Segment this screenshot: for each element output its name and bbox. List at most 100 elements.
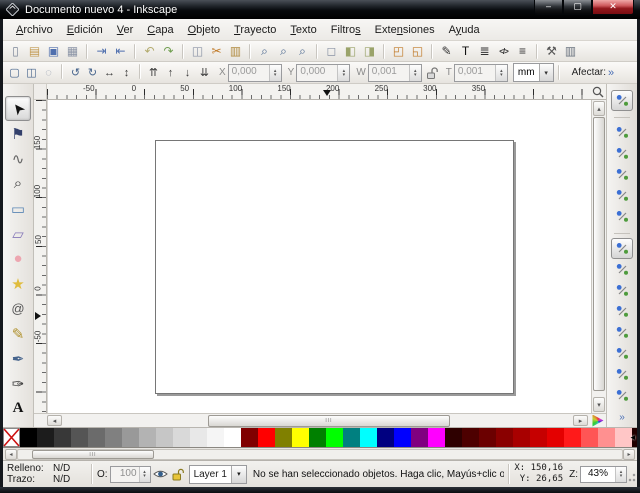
title-bar[interactable]: Documento nuevo 4 - Inkscape – ▢ ✕: [0, 0, 640, 19]
opacity-field[interactable]: 100▴▾: [110, 466, 151, 483]
palette-scroll-left-icon[interactable]: ◂: [5, 449, 17, 460]
scroll-right-icon[interactable]: ▸: [573, 415, 588, 426]
color-wheel-corner[interactable]: [589, 414, 606, 427]
minimize-button[interactable]: –: [534, 0, 563, 15]
menu-objeto[interactable]: Objeto: [181, 21, 227, 39]
box3d-tool[interactable]: ▱: [5, 221, 31, 246]
zoom-field[interactable]: 43%▴▾: [580, 466, 627, 483]
palette-swatch[interactable]: [394, 428, 411, 447]
pen-tool[interactable]: ✒: [5, 346, 31, 371]
palette-swatch[interactable]: [496, 428, 513, 447]
scroll-up-icon[interactable]: ▴: [593, 101, 605, 116]
snapbar-overflow-icon[interactable]: »: [619, 412, 625, 423]
calligraphy-tool[interactable]: ✑: [5, 371, 31, 396]
snap-nodes-icon[interactable]: [611, 238, 633, 259]
palette-swatch[interactable]: [513, 428, 530, 447]
x-field[interactable]: 0,000▴▾: [228, 64, 282, 82]
palette-scrollbar-thumb[interactable]: III: [32, 450, 154, 459]
no-color-swatch[interactable]: [3, 428, 20, 447]
flip-vertical-icon[interactable]: ↕: [118, 64, 135, 81]
vertical-scrollbar[interactable]: ▴ ▾: [591, 100, 606, 413]
flip-horizontal-icon[interactable]: ↔: [101, 64, 118, 81]
toolbar-overflow-icon[interactable]: »: [608, 67, 614, 79]
layers-dialog-icon[interactable]: ≣: [475, 43, 494, 60]
palette-swatch[interactable]: [139, 428, 156, 447]
units-dropdown-arrow-icon[interactable]: ▾: [539, 64, 553, 81]
select-all-layers-icon[interactable]: ◫: [23, 64, 40, 81]
zoom-tool[interactable]: ⌕: [5, 171, 31, 196]
fill-stroke-indicator[interactable]: Relleno: N/D Trazo: N/D: [3, 463, 87, 485]
snap-object-centers-icon[interactable]: [611, 364, 633, 385]
vertical-ruler[interactable]: 150100500-50: [34, 100, 47, 413]
vertical-scrollbar-thumb[interactable]: [593, 117, 605, 391]
y-field[interactable]: 0,000▴▾: [296, 64, 350, 82]
new-document-icon[interactable]: ▯: [6, 43, 25, 60]
palette-scroll-right-icon[interactable]: ▸: [623, 449, 635, 460]
document-properties-icon[interactable]: ▥: [561, 43, 580, 60]
width-field-spinner[interactable]: ▴▾: [409, 65, 421, 81]
unlink-clone-icon[interactable]: ◨: [360, 43, 379, 60]
snap-bbox-edges-icon[interactable]: [611, 143, 633, 164]
import-icon[interactable]: ⇥: [92, 43, 111, 60]
zoom-drawing-icon[interactable]: ⌕: [274, 43, 293, 60]
opacity-spinner[interactable]: ▴▾: [139, 467, 150, 482]
raise-icon[interactable]: ↑: [162, 64, 179, 81]
menu-edicion[interactable]: Edición: [60, 21, 110, 39]
node-tool[interactable]: ⚑: [5, 121, 31, 146]
palette-swatch[interactable]: [377, 428, 394, 447]
rotate-cw-icon[interactable]: ↻: [84, 64, 101, 81]
export-icon[interactable]: ⇤: [111, 43, 130, 60]
lower-to-bottom-icon[interactable]: ⇊: [196, 64, 213, 81]
separator[interactable]: [614, 111, 630, 118]
separator[interactable]: [614, 227, 630, 234]
menu-ver[interactable]: Ver: [110, 21, 141, 39]
preferences-icon[interactable]: ⚒: [542, 43, 561, 60]
horizontal-ruler[interactable]: -50050100150200250300350: [47, 84, 589, 100]
spiral-tool[interactable]: @: [5, 296, 31, 321]
palette-menu-icon[interactable]: ◂: [630, 432, 635, 443]
height-field[interactable]: 0,001▴▾: [454, 64, 508, 82]
menu-texto[interactable]: Texto: [283, 21, 323, 39]
clone-icon[interactable]: ◧: [341, 43, 360, 60]
palette-swatch[interactable]: [105, 428, 122, 447]
palette-scrollbar[interactable]: ◂ III ▸: [5, 450, 635, 459]
pencil-tool[interactable]: ✎: [5, 321, 31, 346]
tweak-tool[interactable]: ∿: [5, 146, 31, 171]
snap-midpoints-icon[interactable]: [611, 343, 633, 364]
palette-swatch[interactable]: [224, 428, 241, 447]
duplicate-icon[interactable]: ◻: [322, 43, 341, 60]
scroll-left-icon[interactable]: ◂: [47, 415, 62, 426]
palette-swatch[interactable]: [190, 428, 207, 447]
width-field-value[interactable]: 0,001: [369, 65, 409, 81]
snap-enable-icon[interactable]: [611, 90, 633, 111]
redo-icon[interactable]: ↷: [159, 43, 178, 60]
print-icon[interactable]: ▦: [63, 43, 82, 60]
palette-swatch[interactable]: [462, 428, 479, 447]
palette-swatch[interactable]: [37, 428, 54, 447]
palette-swatch[interactable]: [275, 428, 292, 447]
palette-swatch[interactable]: [411, 428, 428, 447]
palette-swatch[interactable]: [173, 428, 190, 447]
palette-swatch[interactable]: [445, 428, 462, 447]
palette-swatch[interactable]: [207, 428, 224, 447]
text-tool[interactable]: A: [5, 396, 31, 421]
palette-swatch[interactable]: [581, 428, 598, 447]
snap-bbox-corners-icon[interactable]: [611, 164, 633, 185]
rotate-ccw-icon[interactable]: ↺: [67, 64, 84, 81]
layer-lock-toggle[interactable]: [172, 468, 184, 481]
palette-swatch[interactable]: [258, 428, 275, 447]
menu-capa[interactable]: Capa: [140, 21, 180, 39]
palette-swatch[interactable]: [598, 428, 615, 447]
star-tool[interactable]: ★: [5, 271, 31, 296]
snap-bbox-edge-midpoints-icon[interactable]: [611, 185, 633, 206]
layer-dropdown-arrow-icon[interactable]: ▾: [231, 466, 246, 483]
snap-rotation-centers-icon[interactable]: [611, 385, 633, 406]
snap-bbox-icon[interactable]: [611, 122, 633, 143]
x-field-spinner[interactable]: ▴▾: [269, 65, 281, 81]
paste-icon[interactable]: ▥: [226, 43, 245, 60]
palette-swatch[interactable]: [292, 428, 309, 447]
group-objects-icon[interactable]: ◰: [389, 43, 408, 60]
fill-stroke-icon[interactable]: ✎: [437, 43, 456, 60]
layer-selector[interactable]: Layer 1▾: [189, 465, 247, 484]
ungroup-objects-icon[interactable]: ◱: [408, 43, 427, 60]
